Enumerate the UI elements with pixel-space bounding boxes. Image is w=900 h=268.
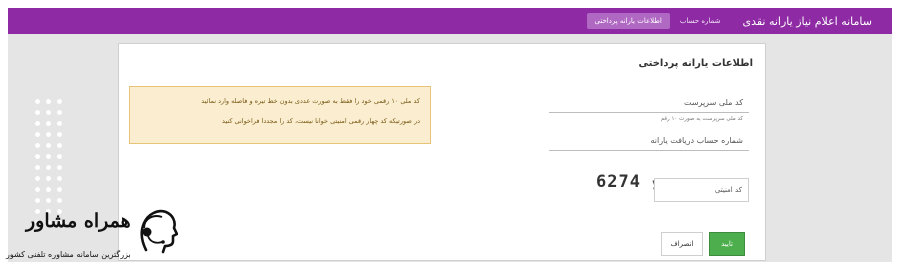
account-number-label: شماره حساب دریافت یارانه <box>650 136 743 145</box>
brand-logo: همراه مشاور بزرگترین سامانه مشاوره تلفنی… <box>6 204 196 266</box>
warning-box: کد ملی ۱۰ رقمی خود را فقط به صورت عددی ب… <box>129 86 431 144</box>
captcha-input[interactable]: کد امنیتی <box>654 178 749 202</box>
subsidy-info-card: اطلاعات یارانه پرداختی کد ملی سرپرست کد … <box>118 43 766 261</box>
captcha-code: 6274 <box>596 172 641 192</box>
confirm-button[interactable]: تایید <box>709 232 745 256</box>
logo-tagline: بزرگترین سامانه مشاوره تلفنی کشور <box>6 250 131 259</box>
top-header-bar: سامانه اعلام نیاز یارانه نقدی شماره حساب… <box>8 8 892 34</box>
logo-name: همراه مشاور <box>26 210 131 232</box>
cancel-button[interactable]: انصراف <box>661 232 703 256</box>
captcha-label: کد امنیتی <box>714 186 742 194</box>
account-number-field[interactable] <box>549 150 749 151</box>
nav-subsidy-info[interactable]: اطلاعات یارانه پرداختی <box>586 13 670 29</box>
card-title: اطلاعات یارانه پرداختی <box>638 58 754 69</box>
headset-head-icon <box>140 209 178 254</box>
warning-line-1: کد ملی ۱۰ رقمی خود را فقط به صورت عددی ب… <box>201 97 420 105</box>
top-nav: شماره حساب اطلاعات یارانه پرداختی <box>586 13 721 29</box>
nav-account-number[interactable]: شماره حساب <box>680 17 721 25</box>
warning-line-2: در صورتیکه کد چهار رقمی امنیتی خوانا نیس… <box>222 117 420 126</box>
national-id-field[interactable] <box>549 112 749 113</box>
national-id-label: کد ملی سرپرست <box>683 98 743 107</box>
site-title: سامانه اعلام نیاز یارانه نقدی <box>742 14 872 28</box>
national-id-hint: کد ملی سرپرست به صورت ۱۰ رقم <box>660 116 743 122</box>
